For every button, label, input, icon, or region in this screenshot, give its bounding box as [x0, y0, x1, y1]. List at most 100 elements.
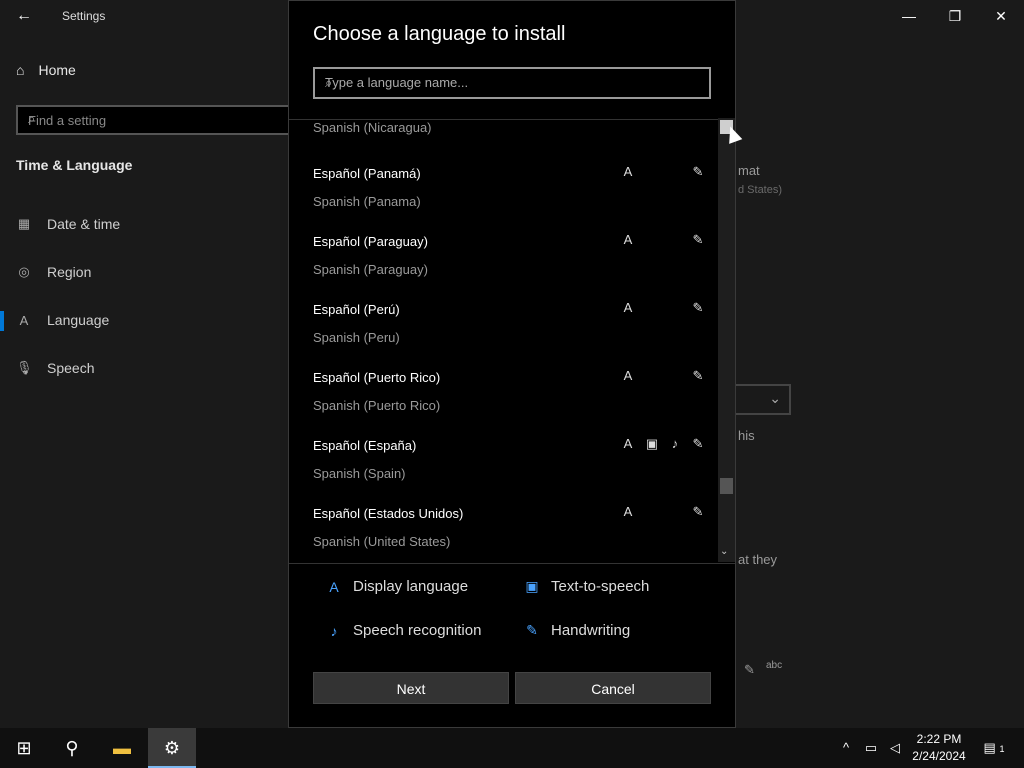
show-hidden-icons-button[interactable]: ^	[836, 728, 856, 768]
dialog-title: Choose a language to install	[313, 23, 566, 45]
chevron-down-icon: ⌄	[769, 390, 781, 406]
home-icon: ⌂	[16, 62, 25, 78]
language-native-name: Español (Panamá)	[313, 166, 421, 181]
home-label: Home	[38, 62, 76, 78]
notification-count: 1	[999, 744, 1005, 754]
search-button[interactable]: ⚲	[48, 728, 96, 768]
sidebar-item-label: Speech	[47, 360, 95, 376]
legend-label: Handwriting	[551, 622, 631, 639]
close-icon: ✕	[995, 8, 1007, 24]
list-item[interactable]: Español (Estados Unidos) Spanish (United…	[313, 498, 713, 563]
list-item[interactable]: Español (Puerto Rico) Spanish (Puerto Ri…	[313, 362, 713, 430]
home-link[interactable]: ⌂ Home	[16, 62, 76, 78]
next-button[interactable]: Next	[313, 672, 509, 704]
list-scrollbar[interactable]: ⌄	[718, 118, 735, 562]
chevron-up-icon: ^	[842, 740, 850, 755]
network-icon[interactable]: ▭	[860, 728, 882, 768]
handwriting-icon: ✎	[526, 622, 538, 638]
globe-icon: ◎	[18, 264, 30, 279]
feature-legend: A Display language ▣ Text-to-speech ♪ Sp…	[289, 563, 735, 663]
search-icon: ⚲	[65, 738, 79, 758]
cancel-button[interactable]: Cancel	[515, 672, 711, 704]
clock-date: 2/24/2024	[912, 749, 966, 763]
language-english-name: Spanish (Panama)	[313, 194, 421, 209]
scroll-thumb[interactable]	[720, 478, 733, 494]
minimize-icon: —	[902, 8, 916, 24]
language-install-dialog: Choose a language to install Type a lang…	[288, 0, 736, 728]
clock-time: 2:22 PM	[916, 732, 962, 746]
restore-button[interactable]: ❐	[932, 0, 978, 32]
display-language-icon: A	[623, 232, 633, 247]
language-english-name: Spanish (Puerto Rico)	[313, 398, 441, 413]
sidebar-item-date-time[interactable]: ▦ Date & time	[16, 216, 120, 232]
active-indicator	[0, 311, 4, 331]
sidebar-item-region[interactable]: ◎ Region	[16, 264, 91, 280]
microphone-icon: ♪	[330, 622, 338, 639]
legend-speech-recognition: ♪ Speech recognition	[325, 622, 482, 639]
legend-label: Display language	[353, 578, 469, 595]
display-language-icon: A	[623, 368, 633, 383]
file-explorer-button[interactable]: ▬	[98, 728, 146, 768]
language-icon: A	[19, 312, 29, 328]
language-native-name: Español (Paraguay)	[313, 234, 428, 249]
list-item[interactable]: Español (Perú) Spanish (Peru) A ✎	[313, 294, 713, 362]
bg-text-states: d States)	[738, 184, 783, 196]
folder-icon: ▬	[113, 738, 131, 758]
close-button[interactable]: ✕	[978, 0, 1024, 32]
list-item[interactable]: Español (Panamá) Spanish (Panama) A ✎	[313, 158, 713, 226]
language-search-input[interactable]: Type a language name... ⌕	[313, 67, 711, 99]
calendar-clock-icon: ▦	[17, 216, 31, 231]
sidebar-item-language[interactable]: A Language	[16, 312, 110, 328]
settings-taskbar-button[interactable]: ⚙	[148, 728, 196, 768]
handwriting-icon: ✎	[692, 504, 704, 519]
language-native-name: Español (Estados Unidos)	[313, 506, 464, 521]
desktop: ← Settings — ❐ ✕ ⌂ Home Find a setting ⌕…	[0, 0, 1024, 768]
language-list: Spanish (Nicaragua) Español (Panamá) Spa…	[289, 119, 735, 563]
handwriting-icon: ✎	[692, 300, 704, 315]
sidebar-item-label: Region	[47, 264, 92, 280]
gear-icon: ⚙	[163, 738, 181, 758]
language-native-name: Español (Perú)	[313, 302, 400, 317]
sidebar-item-speech[interactable]: 🎙 Speech	[16, 360, 94, 376]
list-item[interactable]: Español (Paraguay) Spanish (Paraguay) A …	[313, 226, 713, 294]
minimize-button[interactable]: —	[886, 0, 932, 32]
windows-logo-icon: ⊞	[16, 738, 32, 758]
language-english-name: Spanish (Spain)	[313, 466, 406, 481]
bg-handwriting-icon: ✎	[744, 662, 755, 677]
display-language-icon: A	[623, 300, 633, 315]
section-title: Time & Language	[16, 157, 133, 173]
back-arrow-icon: ←	[16, 7, 32, 24]
legend-handwriting: ✎ Handwriting	[523, 622, 630, 639]
start-button[interactable]: ⊞	[0, 728, 48, 768]
find-setting-input[interactable]: Find a setting ⌕	[16, 105, 292, 135]
clock[interactable]: 2:22 PM 2/24/2024	[908, 731, 970, 765]
display-language-icon: A	[623, 164, 633, 179]
handwriting-icon: ✎	[692, 164, 704, 179]
bg-dropdown[interactable]: ⌄	[733, 384, 791, 415]
display-language-icon: A	[329, 578, 339, 595]
volume-muted-icon[interactable]: ◁	[884, 728, 906, 768]
language-english-name: Spanish (Paraguay)	[313, 262, 428, 277]
scroll-down-button[interactable]: ⌄	[720, 546, 728, 557]
microphone-icon: 🎙	[16, 360, 33, 375]
search-icon: ⌕	[28, 111, 36, 126]
text-to-speech-icon: ▣	[525, 578, 539, 594]
list-item-partial: Spanish (Nicaragua)	[313, 120, 432, 135]
search-icon: ⌕	[325, 75, 333, 90]
language-english-name: Spanish (United States)	[313, 534, 451, 549]
handwriting-icon: ✎	[692, 368, 704, 383]
language-native-name: Español (Puerto Rico)	[313, 370, 441, 385]
back-button[interactable]: ←	[8, 4, 40, 28]
legend-label: Text-to-speech	[551, 578, 650, 595]
list-item[interactable]: Español (España) Spanish (Spain) A ▣ ♪ ✎	[313, 430, 713, 498]
legend-label: Speech recognition	[353, 622, 482, 639]
notification-icon: ▤	[983, 740, 996, 755]
bg-spellcheck-icon: abc	[766, 660, 783, 671]
bg-text-this: his	[738, 428, 755, 443]
app-title: Settings	[62, 9, 106, 23]
action-center-button[interactable]: ▤ 1	[980, 728, 1008, 768]
language-native-name: Español (España)	[313, 438, 417, 453]
restore-icon: ❐	[948, 8, 962, 24]
bg-text-they: at they	[738, 552, 778, 567]
display-language-icon: A	[623, 436, 633, 451]
